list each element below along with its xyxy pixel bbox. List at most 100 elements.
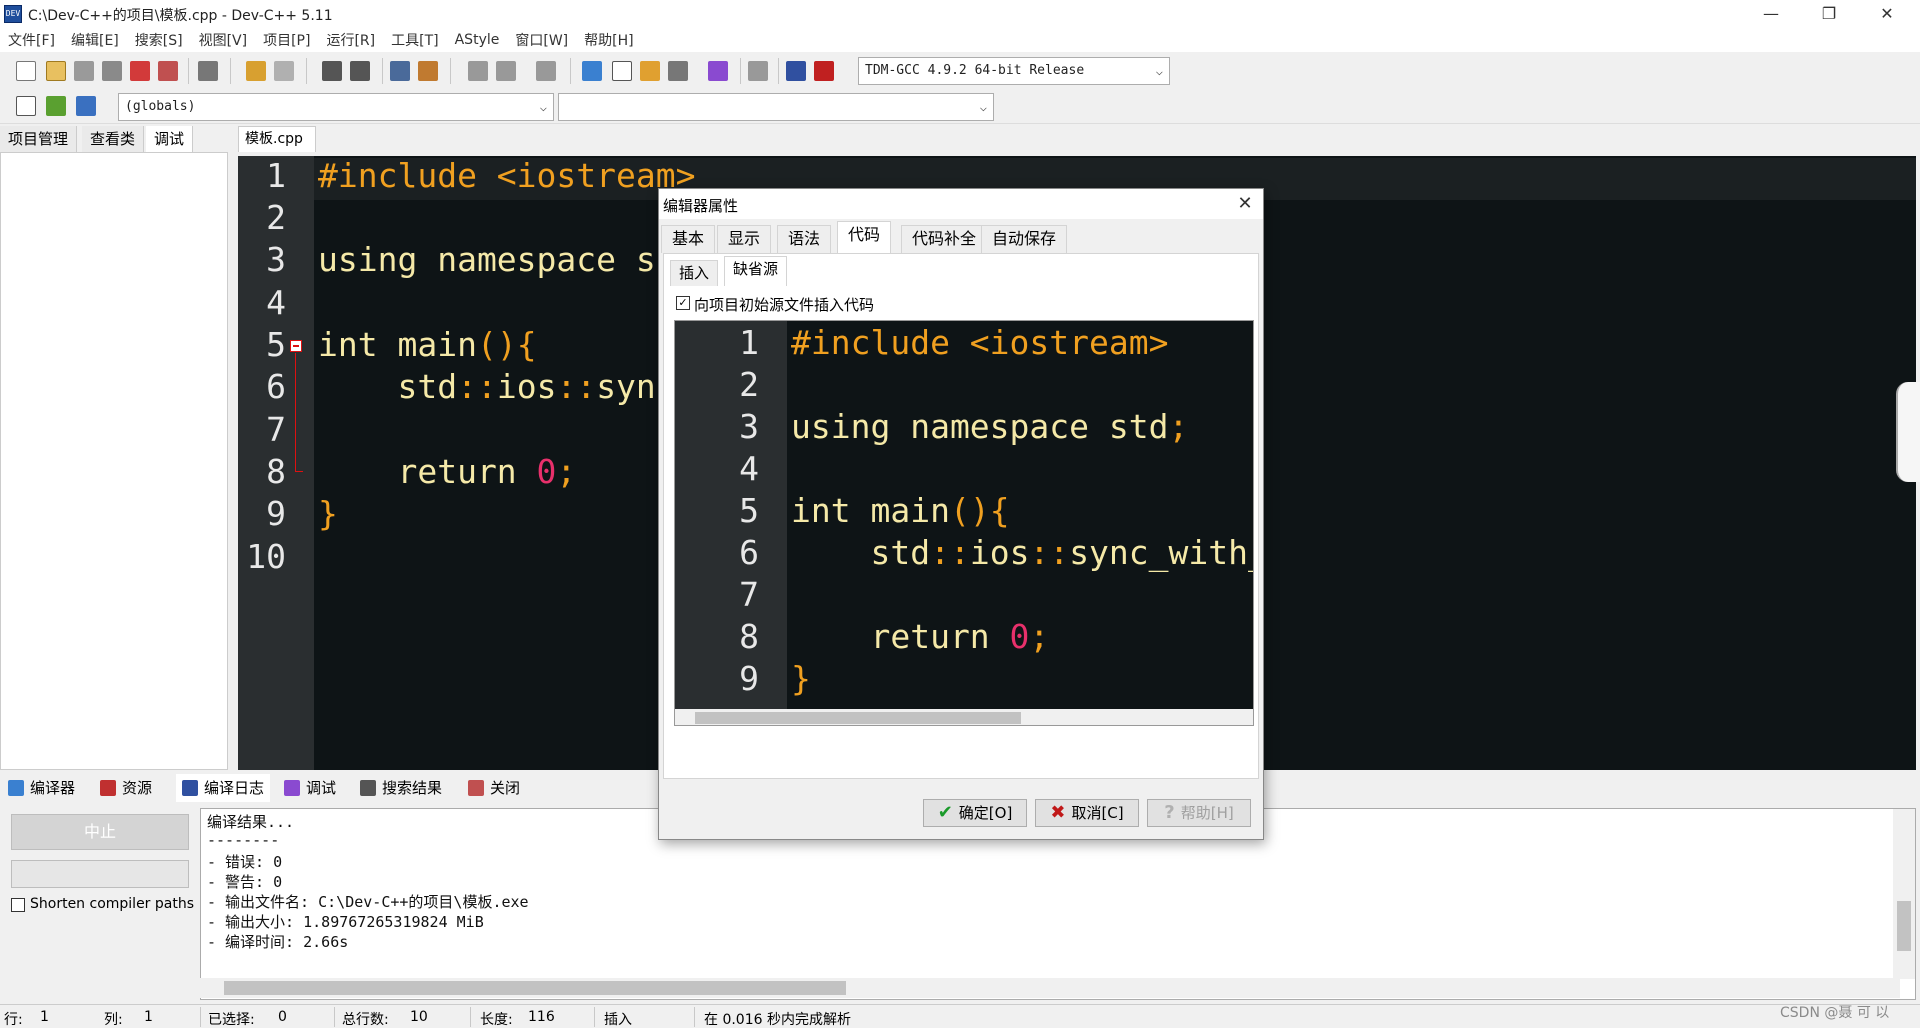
insert-code-icon[interactable] [16, 96, 36, 116]
subtab-insert[interactable]: 插入 [670, 260, 719, 286]
menu-run[interactable]: 运行[R] [326, 30, 375, 50]
tab-project[interactable]: 项目管理 [0, 126, 78, 152]
fold-line-end [295, 471, 303, 472]
line-number: 1 [739, 323, 759, 362]
preview-horizontal-thumb[interactable] [695, 712, 1021, 724]
tab-completion[interactable]: 代码补全 [901, 225, 988, 253]
stop-button[interactable]: 中止 [11, 814, 189, 850]
tab-code[interactable]: 代码 [837, 221, 892, 253]
menu-project[interactable]: 项目[P] [263, 30, 310, 50]
minimize-icon[interactable]: — [1748, 0, 1794, 28]
tab-compiler[interactable]: 编译器 [8, 774, 75, 802]
menu-window[interactable]: 窗口[W] [515, 30, 568, 50]
fold-toggle-icon[interactable] [290, 340, 302, 352]
tab-general[interactable]: 基本 [661, 225, 716, 253]
close-all-icon[interactable] [158, 61, 178, 81]
code-number: 0 [1009, 617, 1030, 656]
menu-edit[interactable]: 编辑[E] [71, 30, 119, 50]
compile-icon[interactable] [582, 61, 602, 81]
code-symbol: ; [1168, 407, 1189, 446]
symbol-select[interactable]: ⌵ [558, 93, 994, 121]
menu-astyle[interactable]: AStyle [455, 32, 500, 48]
redo-icon[interactable] [274, 61, 294, 81]
cancel-button[interactable]: ✖ 取消[C] [1035, 799, 1139, 827]
print-icon[interactable] [198, 61, 218, 81]
menu-file[interactable]: 文件[F] [8, 30, 55, 50]
log-line: - 警告: 0 [207, 873, 283, 891]
insert-code-checkbox[interactable]: ✓ [676, 296, 690, 310]
log-vertical-scrollbar[interactable] [1893, 809, 1915, 979]
ok-label: 确定[O] [958, 804, 1013, 822]
log-horizontal-scrollbar[interactable] [200, 978, 1900, 998]
profile-icon[interactable] [786, 61, 806, 81]
line-number: 9 [266, 494, 286, 533]
menu-search[interactable]: 搜索[S] [135, 30, 183, 50]
check-syntax-icon[interactable] [708, 61, 728, 81]
save-icon[interactable] [74, 61, 94, 81]
menu-tools[interactable]: 工具[T] [391, 30, 438, 50]
tab-debug-output[interactable]: 调试 [284, 774, 336, 802]
open-file-icon[interactable] [46, 61, 66, 81]
unindent-icon[interactable] [418, 61, 438, 81]
line-number: 9 [739, 659, 759, 698]
tab-syntax[interactable]: 语法 [777, 225, 832, 253]
log-line: - 编译时间: 2.66s [207, 933, 349, 951]
tab-search-results[interactable]: 搜索结果 [360, 774, 442, 802]
compile-run-icon[interactable] [640, 61, 660, 81]
find-icon[interactable] [322, 61, 342, 81]
menu-view[interactable]: 视图[V] [199, 30, 248, 50]
cross-icon: ✖ [1050, 802, 1066, 823]
tab-resources[interactable]: 资源 [100, 774, 152, 802]
code-line: std::ios::syn [318, 367, 655, 406]
indent-icon[interactable] [390, 61, 410, 81]
forward-icon[interactable] [496, 61, 516, 81]
toolbar-separator [450, 58, 451, 84]
toolbar-separator [740, 58, 741, 84]
left-panel [0, 152, 228, 770]
tab-autosave[interactable]: 自动保存 [981, 225, 1068, 253]
goto-icon[interactable] [46, 96, 66, 116]
log-horizontal-thumb[interactable] [224, 981, 846, 995]
rebuild-icon[interactable] [668, 61, 688, 81]
compiler-select[interactable]: TDM-GCC 4.9.2 64-bit Release ⌵ [858, 57, 1170, 85]
tab-display[interactable]: 显示 [717, 225, 772, 253]
editor-scroll-handle[interactable] [1896, 382, 1920, 482]
menu-help[interactable]: 帮助[H] [584, 30, 633, 50]
stop-icon[interactable] [748, 61, 768, 81]
line-number: 3 [739, 407, 759, 446]
code-symbol: (){ [476, 325, 537, 364]
close-file-icon[interactable] [130, 61, 150, 81]
new-file-icon[interactable] [16, 61, 36, 81]
toggle-icon[interactable] [76, 96, 96, 116]
status-separator [470, 1007, 471, 1027]
code-text: sync_with_ [1069, 533, 1254, 572]
tab-compile-log[interactable]: 编译日志 [176, 774, 271, 802]
code-text: return [791, 617, 1010, 656]
ok-button[interactable]: ✔ 确定[O] [923, 799, 1027, 827]
compiler-icon [8, 780, 24, 796]
editor-options-dialog: 编辑器属性 ✕ 基本 显示 语法 代码 代码补全 自动保存 插入 缺省源 ✓ 向… [658, 188, 1264, 840]
tab-debug[interactable]: 调试 [146, 126, 194, 152]
save-all-icon[interactable] [102, 61, 122, 81]
back-icon[interactable] [468, 61, 488, 81]
close-icon[interactable]: ✕ [1227, 189, 1263, 219]
shorten-paths-checkbox[interactable] [11, 898, 25, 912]
run-icon[interactable] [612, 61, 632, 81]
chevron-down-icon: ⌵ [1155, 64, 1163, 78]
bookmark-icon[interactable] [536, 61, 556, 81]
preview-horizontal-scrollbar[interactable] [675, 709, 1253, 725]
restore-icon[interactable]: ❐ [1806, 0, 1852, 28]
help-button[interactable]: ? 帮助[H] [1147, 799, 1251, 827]
file-tab[interactable]: 模板.cpp [238, 126, 316, 152]
close-icon[interactable]: ✕ [1864, 0, 1910, 28]
line-number: 1 [266, 156, 286, 195]
log-vertical-thumb[interactable] [1897, 901, 1911, 951]
tab-close[interactable]: 关闭 [468, 774, 520, 802]
debug-icon[interactable] [814, 61, 834, 81]
undo-icon[interactable] [246, 61, 266, 81]
default-source-editor[interactable]: 1 2 3 4 5 6 7 8 9 #include <iostream> us… [674, 320, 1254, 726]
subtab-default-source[interactable]: 缺省源 [724, 256, 788, 286]
scope-select[interactable]: (globals) ⌵ [118, 93, 554, 121]
tab-classes[interactable]: 查看类 [82, 126, 145, 152]
replace-icon[interactable] [350, 61, 370, 81]
